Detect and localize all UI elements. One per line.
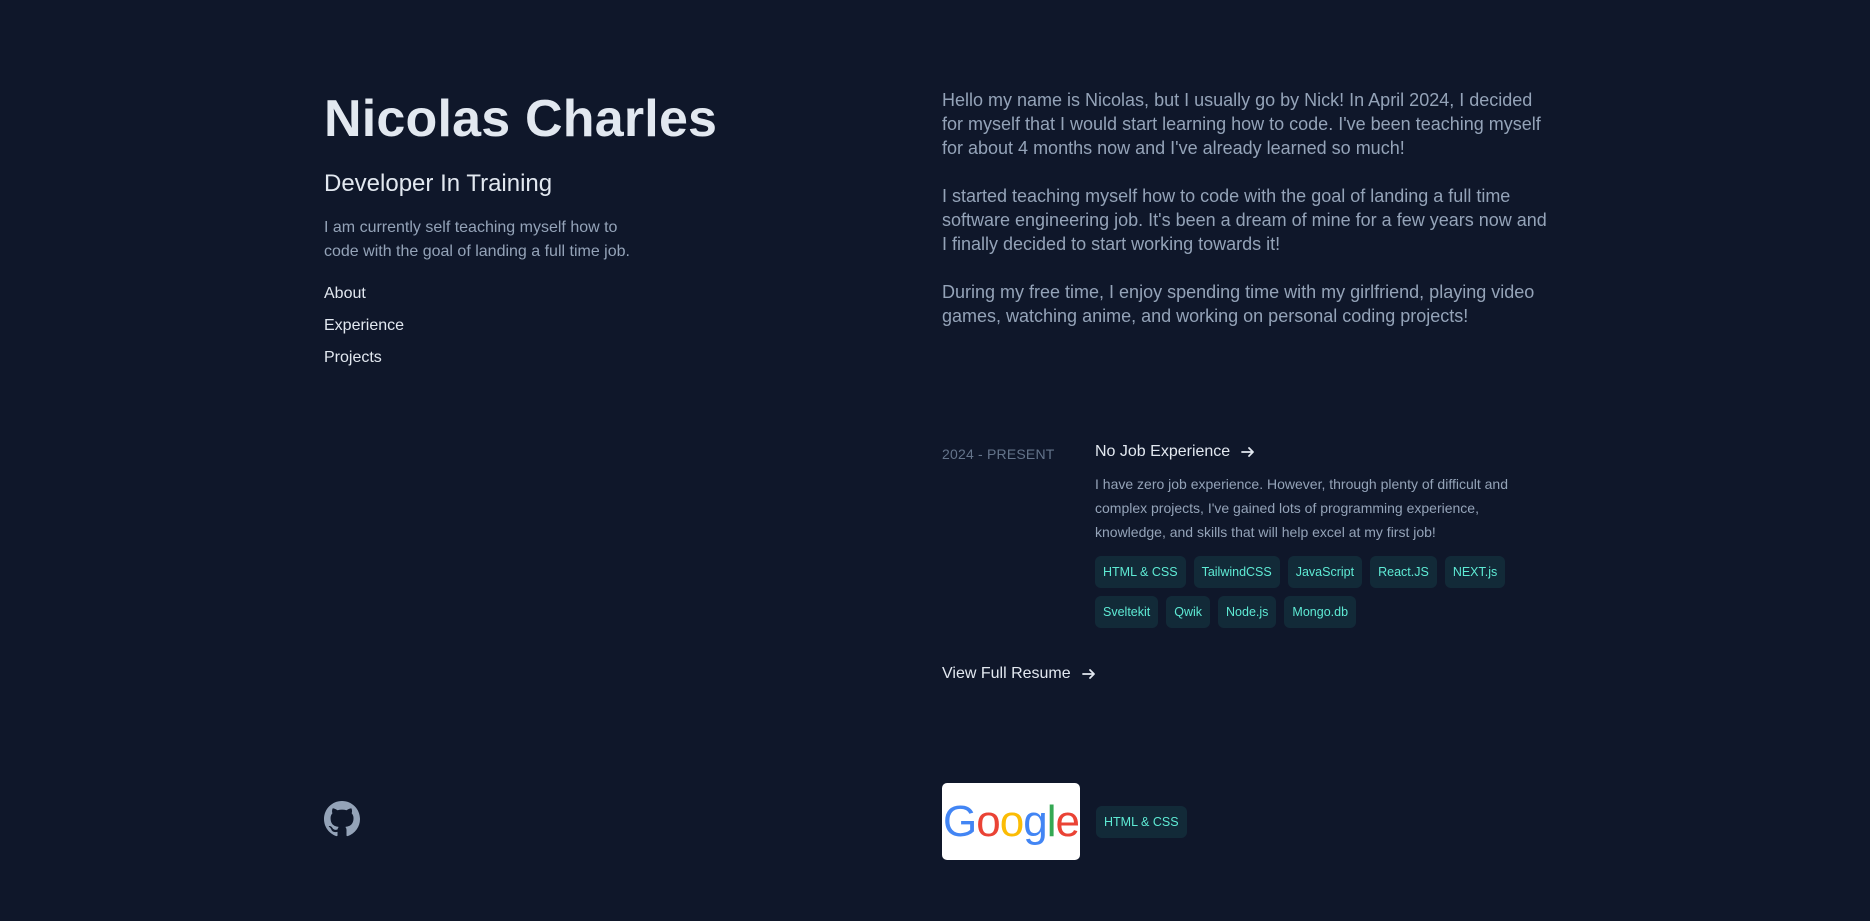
google-logo: Google <box>943 797 1080 846</box>
portfolio-page: Nicolas Charles Developer In Training I … <box>0 0 1870 921</box>
arrow-right-icon <box>1081 666 1097 682</box>
tech-tag-list: HTML & CSS TailwindCSS JavaScript React.… <box>1095 556 1535 628</box>
tech-tag: Mongo.db <box>1284 596 1357 628</box>
tech-tag: HTML & CSS <box>1095 556 1186 588</box>
role-subtitle: Developer In Training <box>324 170 553 197</box>
about-paragraph: During my free time, I enjoy spending ti… <box>942 282 1535 326</box>
nav-link-about[interactable]: About <box>324 278 366 310</box>
project-card[interactable]: Google HTML & CSS <box>942 783 1187 860</box>
tech-tag: NEXT.js <box>1444 556 1506 588</box>
experience-description: I have zero job experience. However, thr… <box>1095 476 1508 540</box>
nav-link-experience[interactable]: Experience <box>324 310 404 342</box>
view-resume-link[interactable]: View Full Resume <box>942 662 1097 686</box>
about-section: Hello my name is Nicolas, but I usually … <box>942 88 1552 352</box>
header-section: Nicolas Charles Developer In Training I … <box>324 80 844 374</box>
arrow-right-icon <box>1240 444 1256 460</box>
about-paragraph: I started teaching myself how to code wi… <box>942 186 1547 254</box>
experience-title: No Job Experience <box>1095 443 1231 460</box>
github-icon[interactable] <box>324 801 360 837</box>
tech-tag: Qwik <box>1166 596 1211 628</box>
view-resume-label: View Full Resume <box>942 665 1071 682</box>
experience-body: No Job Experience I have zero job experi… <box>1095 440 1535 628</box>
tech-tag: HTML & CSS <box>1096 805 1187 838</box>
about-paragraph: Hello my name is Nicolas, but I usually … <box>942 90 1541 158</box>
name-heading: Nicolas Charles <box>324 90 718 148</box>
tech-tag: TailwindCSS <box>1193 556 1280 588</box>
tech-tag: JavaScript <box>1287 556 1363 588</box>
tech-tag: Node.js <box>1218 596 1277 628</box>
nav-link-projects[interactable]: Projects <box>324 342 382 374</box>
tech-tag: React.JS <box>1370 556 1437 588</box>
tagline: I am currently self teaching myself how … <box>324 219 630 260</box>
tech-tag: Sveltekit <box>1095 596 1159 628</box>
project-thumbnail: Google <box>942 783 1080 860</box>
experience-date: 2024 - PRESENT <box>942 446 1055 462</box>
section-nav: About Experience Projects <box>324 278 844 374</box>
experience-title-link[interactable]: No Job Experience <box>1095 440 1256 464</box>
